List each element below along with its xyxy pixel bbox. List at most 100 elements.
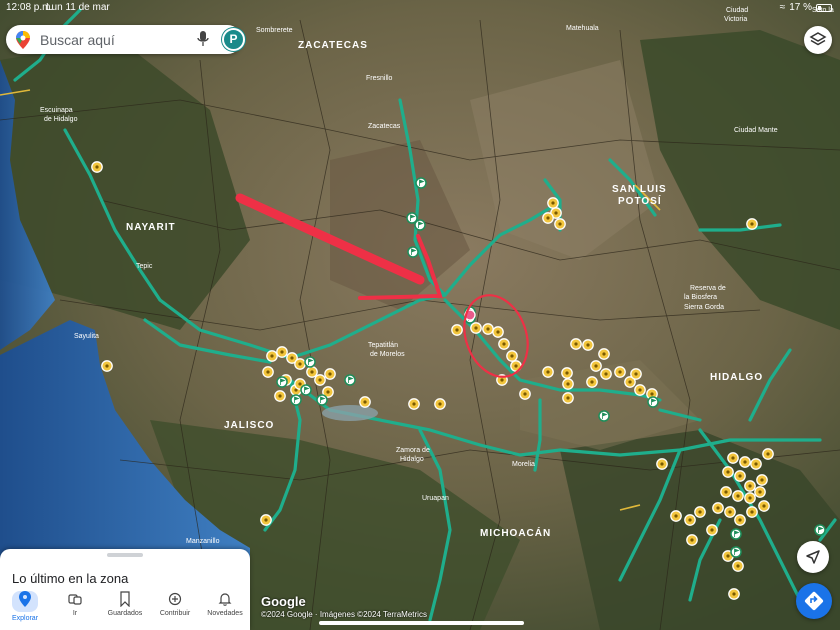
green-flag-pin-icon[interactable] [647, 396, 659, 408]
green-flag-pin-icon[interactable] [415, 177, 427, 189]
incident-dot [546, 370, 550, 374]
nav-guardados[interactable]: Guardados [100, 587, 150, 630]
nav-label: Explorar [11, 615, 39, 622]
incident-dot [754, 462, 758, 466]
green-flag-pin-icon[interactable] [316, 394, 328, 406]
map-label-zacatecas-city: Zacatecas [368, 123, 401, 130]
nav-explorar[interactable]: Explorar [0, 587, 50, 630]
map-label-victoria: Victoria [724, 16, 747, 23]
incident-dot [105, 364, 109, 368]
incident-dot [738, 474, 742, 478]
map-label-manzanillo: Manzanillo [186, 538, 220, 545]
map-label-hidalgo: HIDALGO [710, 372, 763, 383]
incident-dot [565, 371, 569, 375]
incident-dot [328, 372, 332, 376]
incident-dot [766, 452, 770, 456]
google-maps-pin-icon [16, 31, 30, 49]
incident-dot [270, 354, 274, 358]
incident-dot [660, 462, 664, 466]
incident-dot [736, 564, 740, 568]
map-label-san-luis: SAN LUIS [612, 184, 667, 195]
green-flag-pin-icon[interactable] [730, 546, 742, 558]
panel-drag-handle[interactable] [107, 553, 143, 557]
map-label-nayarit: NAYARIT [126, 222, 176, 233]
bottom-nav: Explorar Ir Guardados Contribuir Novedad… [0, 587, 250, 630]
nav-ir[interactable]: Ir [50, 587, 100, 630]
location-pin-icon [19, 591, 31, 607]
incident-dot [264, 518, 268, 522]
avatar[interactable]: P [222, 28, 245, 51]
map-label-jalisco: JALISCO [224, 420, 274, 431]
incident-dot [716, 506, 720, 510]
map-label-zacatecas: ZACATECAS [298, 40, 368, 51]
green-flag-pin-icon[interactable] [407, 246, 419, 258]
my-location-button[interactable] [797, 541, 829, 573]
incident-dot [674, 514, 678, 518]
map-label-michoacan: MICHOACÁN [480, 526, 551, 539]
incident-dot [628, 380, 632, 384]
map-label-tepatitlan-2: de Morelos [370, 351, 405, 358]
incident-dot [743, 460, 747, 464]
nav-label: Guardados [107, 610, 143, 617]
incident-dot [455, 328, 459, 332]
incident-dot [510, 354, 514, 358]
incident-dot [758, 490, 762, 494]
incident-dot [690, 538, 694, 542]
incident-dot [363, 400, 367, 404]
incident-dot [502, 342, 506, 346]
incident-dot [474, 326, 478, 330]
green-flag-pin-icon[interactable] [598, 410, 610, 422]
incident-dot [514, 364, 518, 368]
panel-title: Lo último en la zona [12, 571, 129, 586]
status-bar: 12:08 p.m. Lun 11 de mar ≈ 17 % [0, 0, 840, 14]
green-flag-pin-icon[interactable] [304, 356, 316, 368]
incident-dot [280, 350, 284, 354]
map-label-biosfera: la Biosfera [684, 294, 717, 301]
satellite-map[interactable]: ZACATECAS NAYARIT JALISCO SAN LUIS POTOS… [0, 0, 840, 630]
map-label-matehuala: Matehuala [566, 25, 599, 32]
incident-dot [594, 364, 598, 368]
status-date: Lun 11 de mar [46, 2, 110, 13]
layers-button[interactable] [804, 26, 832, 54]
incident-dot [590, 380, 594, 384]
green-flag-pin-icon[interactable] [814, 524, 826, 536]
incident-dot [500, 378, 504, 382]
nav-contribuir[interactable]: Contribuir [150, 587, 200, 630]
incident-dot [710, 528, 714, 532]
search-bar[interactable]: Buscar aquí P [6, 25, 245, 54]
incident-dot [726, 554, 730, 558]
incident-dot [698, 510, 702, 514]
nav-label: Ir [72, 610, 78, 617]
incident-dot [748, 496, 752, 500]
bell-icon [218, 593, 232, 606]
map-label-tepic: Tepic [136, 263, 153, 270]
bookmark-icon [120, 591, 130, 607]
incident-dot [728, 510, 732, 514]
incident-dot [95, 165, 99, 169]
green-flag-pin-icon[interactable] [344, 374, 356, 386]
home-indicator[interactable] [319, 621, 524, 625]
green-flag-pin-icon[interactable] [276, 376, 288, 388]
incident-dot [604, 372, 608, 376]
incident-dot [486, 327, 490, 331]
incident-dot [750, 222, 754, 226]
green-flag-pin-icon[interactable] [300, 384, 312, 396]
incident-dot [688, 518, 692, 522]
wifi-icon: ≈ [779, 2, 786, 13]
nav-novedades[interactable]: Novedades [200, 587, 250, 630]
incident-dot [732, 592, 736, 596]
incident-dot [602, 352, 606, 356]
green-flag-pin-icon[interactable] [730, 528, 742, 540]
directions-button[interactable] [796, 583, 832, 619]
microphone-icon[interactable] [197, 31, 209, 48]
explore-panel[interactable]: Lo último en la zona Explorar Ir Guardad… [0, 549, 250, 630]
map-label-potosi: POTOSÍ [618, 194, 662, 207]
map-label-sayulita: Sayulita [74, 333, 99, 340]
search-input[interactable]: Buscar aquí [40, 32, 115, 48]
incident-dot [726, 470, 730, 474]
green-flag-pin-icon[interactable] [290, 394, 302, 406]
green-flag-pin-icon[interactable] [414, 219, 426, 231]
nav-label: Contribuir [159, 610, 191, 617]
incident-dot [736, 494, 740, 498]
map-label-reserva: Reserva de [690, 285, 726, 292]
